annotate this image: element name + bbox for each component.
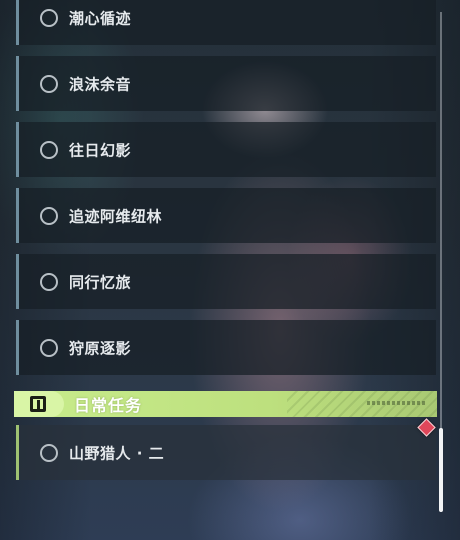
empty-circle-icon bbox=[40, 206, 58, 225]
daily-section-header: 日常任务 bbox=[14, 391, 437, 417]
quest-label: 追迹阿维纽林 bbox=[69, 207, 163, 225]
quest-label: 潮心循迹 bbox=[69, 9, 132, 27]
quest-label: 同行忆旅 bbox=[69, 273, 132, 291]
quest-label: 狩原逐影 bbox=[69, 339, 132, 357]
quest-item[interactable]: 往日幻影 bbox=[16, 122, 436, 177]
empty-circle-icon bbox=[40, 8, 58, 27]
section-title: 日常任务 bbox=[74, 396, 143, 415]
daily-quest-item[interactable]: 山野猎人 · 二 bbox=[16, 425, 436, 480]
quest-list: 潮心循迹 浪沫余音 往日幻影 追迹阿维纽林 同行忆旅 狩原逐影 日常任务 山野猎… bbox=[0, 0, 460, 540]
empty-circle-icon bbox=[40, 443, 58, 462]
quest-label: 浪沫余音 bbox=[69, 75, 132, 93]
empty-circle-icon bbox=[40, 140, 58, 159]
quest-item[interactable]: 追迹阿维纽林 bbox=[16, 188, 436, 243]
quest-item[interactable]: 狩原逐影 bbox=[16, 320, 436, 375]
quest-item[interactable]: 潮心循迹 bbox=[16, 0, 436, 45]
exclamation-icon bbox=[30, 396, 46, 412]
quest-item[interactable]: 浪沫余音 bbox=[16, 56, 436, 111]
empty-circle-icon bbox=[40, 74, 58, 93]
empty-circle-icon bbox=[40, 338, 58, 357]
empty-circle-icon bbox=[40, 272, 58, 291]
quest-label: 往日幻影 bbox=[69, 141, 132, 159]
header-micro-decoration bbox=[367, 401, 425, 405]
scrollbar-thumb[interactable] bbox=[439, 428, 443, 512]
section-icon-tab bbox=[14, 391, 64, 417]
quest-item[interactable]: 同行忆旅 bbox=[16, 254, 436, 309]
quest-label: 山野猎人 · 二 bbox=[69, 444, 165, 462]
